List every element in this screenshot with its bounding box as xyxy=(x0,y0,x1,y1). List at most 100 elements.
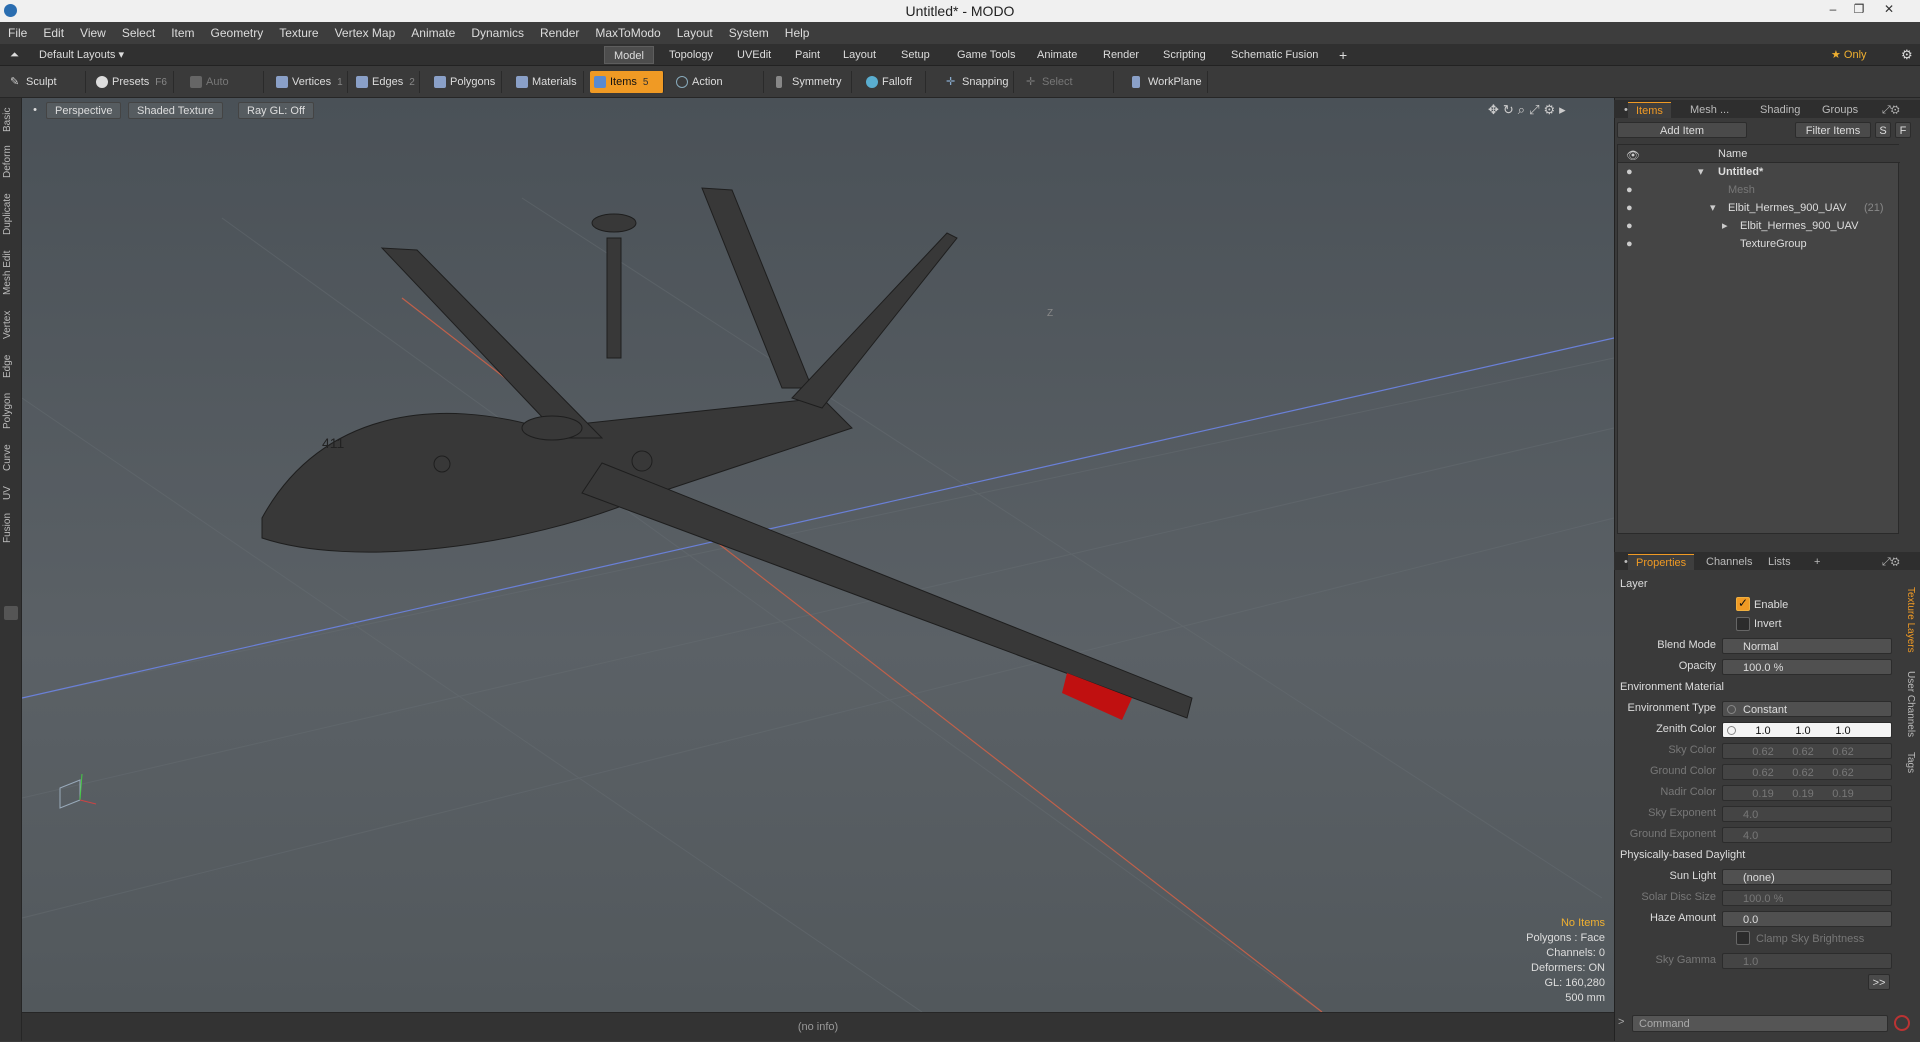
enable-checkbox[interactable] xyxy=(1736,596,1750,611)
sky-color-field[interactable]: 0.62 0.62 0.62 xyxy=(1722,743,1892,759)
tab-channels[interactable]: Channels xyxy=(1698,554,1760,570)
tab-mesh[interactable]: Mesh ... xyxy=(1682,102,1737,118)
eye-icon[interactable]: ● xyxy=(1626,199,1636,214)
sculpt-button[interactable]: ✎ Sculpt xyxy=(6,71,86,93)
add-panel-tab-button[interactable]: + xyxy=(1806,554,1828,570)
viewport-menu-icon[interactable]: • xyxy=(28,102,42,119)
menu-render[interactable]: Render xyxy=(532,22,587,44)
haze-amount-field[interactable]: 0.0 xyxy=(1722,911,1892,927)
left-tab-deform[interactable]: Deform xyxy=(2,142,20,182)
item-row-mesh[interactable]: ● Mesh xyxy=(1618,181,1900,199)
menu-item[interactable]: Item xyxy=(163,22,202,44)
materials-button[interactable]: Materials xyxy=(512,71,584,93)
right-tab-user-channels[interactable]: User Channels xyxy=(1900,668,1916,740)
s-button[interactable]: S xyxy=(1875,122,1891,138)
opacity-field[interactable]: 100.0 % xyxy=(1722,659,1892,675)
menu-vertex-map[interactable]: Vertex Map xyxy=(327,22,404,44)
left-tab-basic[interactable]: Basic xyxy=(2,104,20,136)
left-tab-duplicate[interactable]: Duplicate xyxy=(2,188,20,240)
tab-render[interactable]: Render xyxy=(1094,46,1148,64)
menu-select[interactable]: Select xyxy=(114,22,163,44)
ground-exponent-field[interactable]: 4.0 xyxy=(1722,827,1892,843)
tab-scripting[interactable]: Scripting xyxy=(1154,46,1215,64)
menu-view[interactable]: View xyxy=(72,22,114,44)
left-tab-fusion[interactable]: Fusion xyxy=(2,510,20,546)
item-row-hermes-mesh[interactable]: ● ▸ Elbit_Hermes_900_UAV xyxy=(1618,217,1900,235)
expand-icon[interactable]: ▾ xyxy=(1698,163,1704,181)
environment-material-section[interactable]: Environment Material xyxy=(1620,681,1724,693)
sky-gamma-field[interactable]: 1.0 xyxy=(1722,953,1892,969)
tab-options-icon[interactable] xyxy=(4,606,18,620)
panel-expand-icon[interactable]: ⤢⚙ xyxy=(1874,554,1908,570)
menu-animate[interactable]: Animate xyxy=(403,22,463,44)
tab-model[interactable]: Model xyxy=(604,46,654,64)
workplane-button[interactable]: WorkPlane xyxy=(1128,71,1208,93)
collapse-icon[interactable]: ⏶ xyxy=(6,46,23,64)
menu-layout[interactable]: Layout xyxy=(669,22,721,44)
solar-disc-field[interactable]: 100.0 % xyxy=(1722,890,1892,906)
tab-animate[interactable]: Animate xyxy=(1028,46,1086,64)
tab-topology[interactable]: Topology xyxy=(660,46,722,64)
tab-layout[interactable]: Layout xyxy=(834,46,885,64)
gear-icon[interactable]: ⚙ xyxy=(1892,46,1920,64)
menu-help[interactable]: Help xyxy=(777,22,818,44)
menu-file[interactable]: File xyxy=(0,22,35,44)
tab-schematic-fusion[interactable]: Schematic Fusion xyxy=(1222,46,1327,64)
polygons-button[interactable]: Polygons xyxy=(430,71,502,93)
add-item-button[interactable]: Add Item xyxy=(1617,122,1747,138)
left-tab-uv[interactable]: UV xyxy=(2,482,20,504)
eye-icon[interactable]: ● xyxy=(1626,163,1636,178)
item-row-hermes-group[interactable]: ● ▾ Elbit_Hermes_900_UAV (21) xyxy=(1618,199,1900,217)
panel-expand-icon[interactable]: ⤢⚙ xyxy=(1874,102,1908,118)
tab-setup[interactable]: Setup xyxy=(892,46,939,64)
command-input[interactable]: Command xyxy=(1632,1015,1888,1032)
invert-checkbox[interactable] xyxy=(1736,617,1750,631)
add-tab-button[interactable]: + xyxy=(1330,46,1356,64)
tab-uvedit[interactable]: UVEdit xyxy=(728,46,780,64)
daylight-section[interactable]: Physically-based Daylight xyxy=(1620,849,1745,861)
tab-lists[interactable]: Lists xyxy=(1760,554,1799,570)
close-button[interactable]: ✕ xyxy=(1880,2,1898,20)
action-center-button[interactable]: Action Center xyxy=(672,71,764,110)
zenith-color-field[interactable]: 1.0 1.0 1.0 xyxy=(1722,722,1892,738)
3d-viewport[interactable]: 411 Z xyxy=(22,98,1614,1012)
tab-game-tools[interactable]: Game Tools xyxy=(948,46,1025,64)
layer-section[interactable]: Layer xyxy=(1620,578,1648,590)
auto-select-button[interactable]: Auto Select xyxy=(186,71,264,110)
left-tab-curve[interactable]: Curve xyxy=(2,440,20,476)
menu-edit[interactable]: Edit xyxy=(35,22,72,44)
f-button[interactable]: F xyxy=(1895,122,1911,138)
blend-mode-select[interactable]: Normal xyxy=(1722,638,1892,654)
eye-icon[interactable]: ● xyxy=(1626,181,1636,196)
menu-texture[interactable]: Texture xyxy=(271,22,326,44)
tab-properties[interactable]: Properties xyxy=(1628,554,1695,570)
eye-icon[interactable]: ● xyxy=(1626,235,1636,250)
left-tab-vertex[interactable]: Vertex xyxy=(2,306,20,344)
environment-type-select[interactable]: Constant xyxy=(1722,701,1892,717)
tab-groups[interactable]: Groups xyxy=(1814,102,1866,118)
sun-light-select[interactable]: (none) xyxy=(1722,869,1892,885)
left-tab-edge[interactable]: Edge xyxy=(2,350,20,382)
left-tab-polygon[interactable]: Polygon xyxy=(2,388,20,434)
nadir-color-field[interactable]: 0.19 0.19 0.19 xyxy=(1722,785,1892,801)
item-row-texturegroup[interactable]: ● TextureGroup xyxy=(1618,235,1900,253)
perspective-button[interactable]: Perspective xyxy=(46,102,122,119)
tab-items[interactable]: Items xyxy=(1628,102,1671,118)
ground-color-field[interactable]: 0.62 0.62 0.62 xyxy=(1722,764,1892,780)
viewport-nav-icons[interactable]: ✥↻⌕⤢⚙▸ xyxy=(1488,102,1570,118)
presets-button[interactable]: Presets F6 xyxy=(92,71,174,93)
vertices-button[interactable]: Vertices 1 xyxy=(272,71,348,93)
edges-button[interactable]: Edges 2 xyxy=(352,71,420,93)
left-tab-mesh-edit[interactable]: Mesh Edit xyxy=(2,246,20,300)
minimize-button[interactable]: – xyxy=(1824,2,1842,20)
eye-icon[interactable]: ● xyxy=(1626,217,1636,232)
menu-maxtomodo[interactable]: MaxToModo xyxy=(587,22,668,44)
shading-button[interactable]: Shaded Texture xyxy=(128,102,223,119)
restore-button[interactable]: ❐ xyxy=(1850,2,1868,20)
symmetry-button[interactable]: Symmetry xyxy=(772,71,852,93)
filter-items-input[interactable]: Filter Items xyxy=(1795,122,1871,138)
sky-exponent-field[interactable]: 4.0 xyxy=(1722,806,1892,822)
item-row-untitled[interactable]: ● ▾ Untitled* xyxy=(1618,163,1900,181)
menu-geometry[interactable]: Geometry xyxy=(203,22,272,44)
right-tab-texture-layers[interactable]: Texture Layers xyxy=(1900,580,1916,660)
